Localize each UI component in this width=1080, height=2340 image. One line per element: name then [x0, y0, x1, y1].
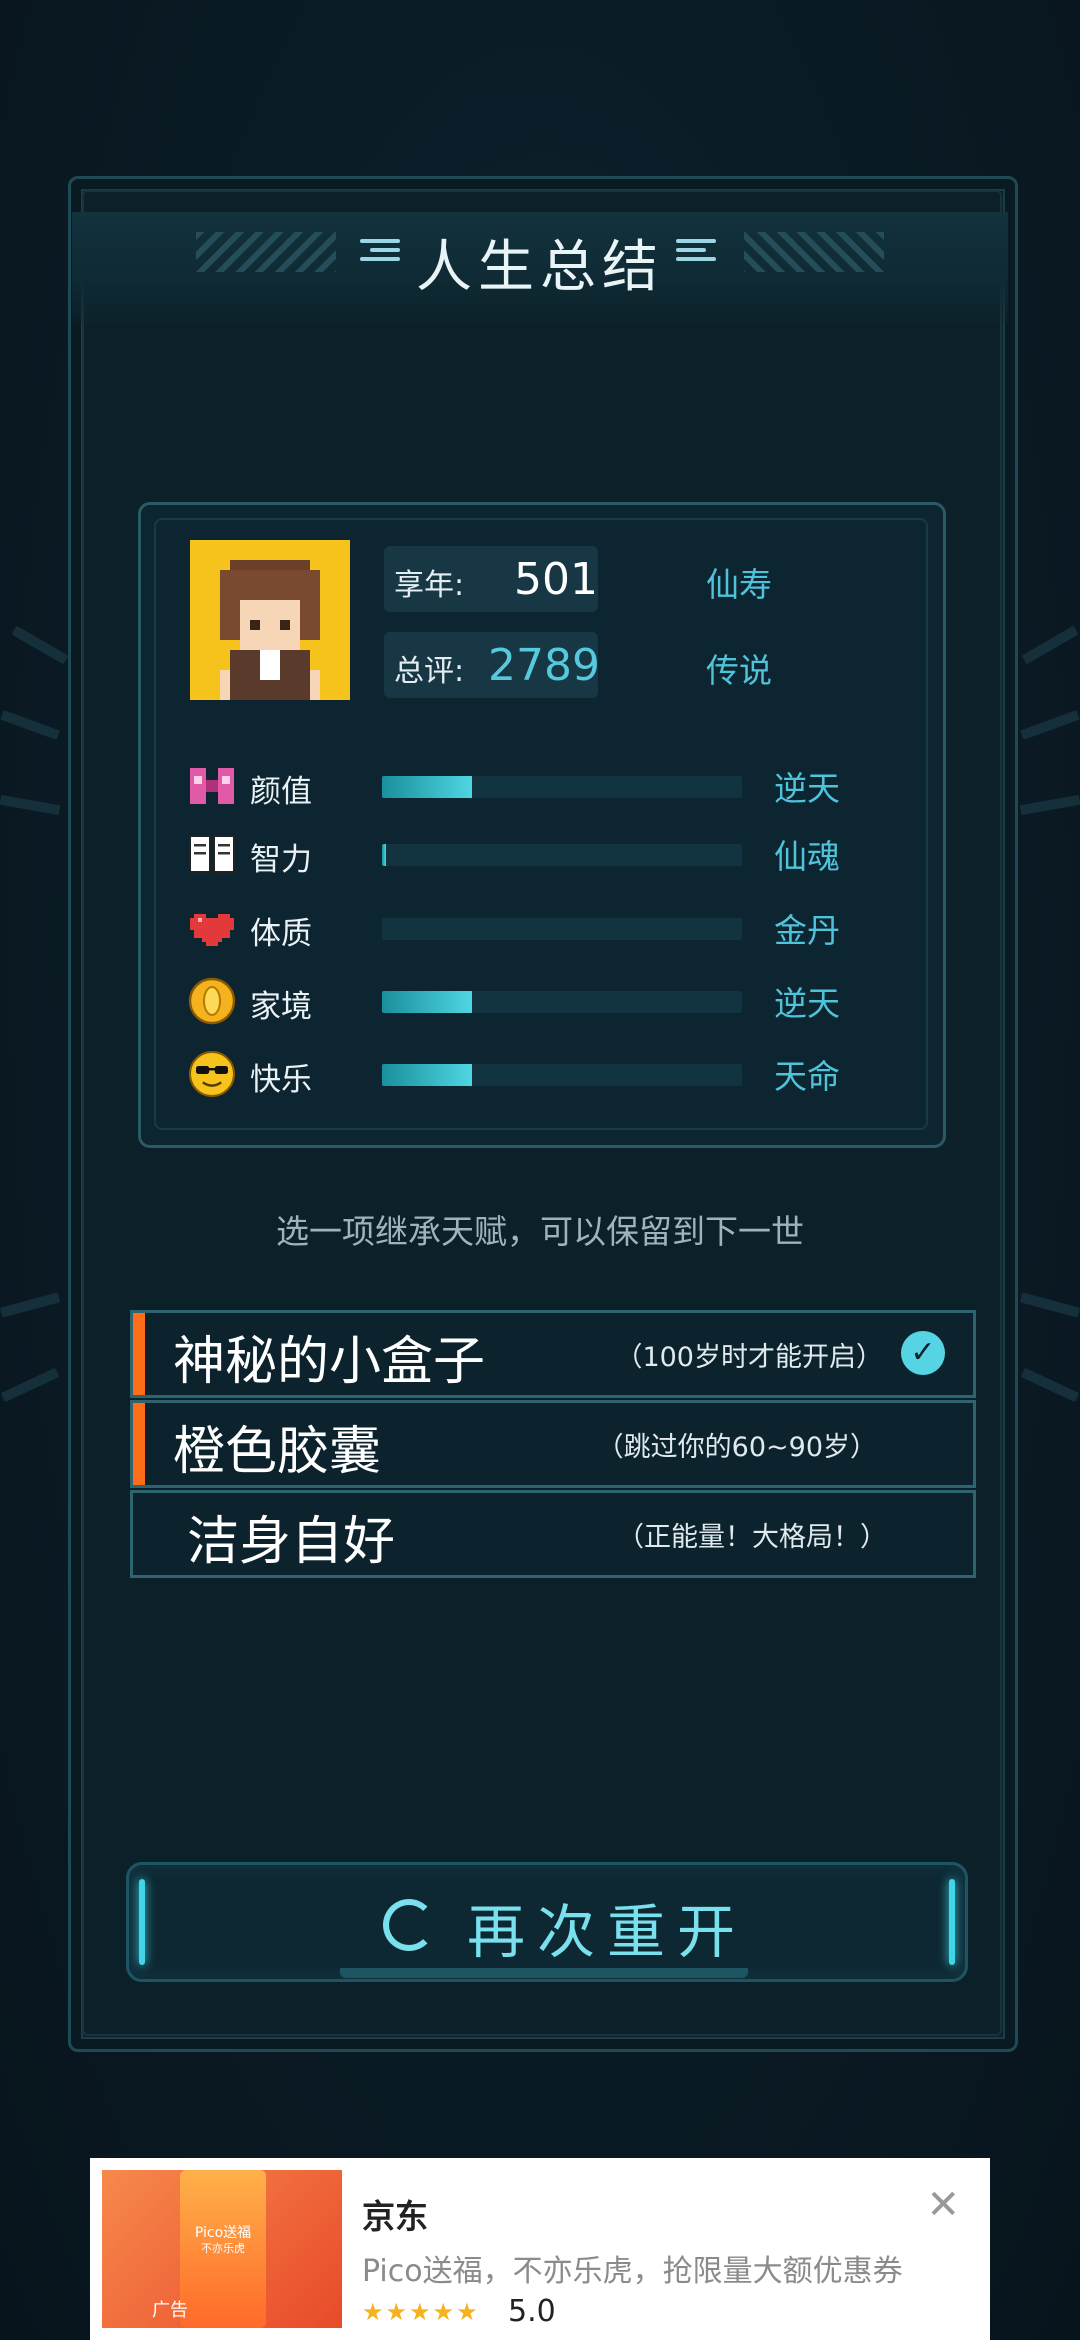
- restart-edge-left: [139, 1879, 145, 1965]
- age-value: 501: [514, 554, 598, 605]
- decor-ray: [0, 794, 61, 816]
- attribute-name: 智力: [250, 842, 312, 878]
- attribute-row-appearance: 颜值 逆天: [186, 758, 846, 814]
- decor-ray: [1019, 1292, 1080, 1318]
- talent-name: 神秘的小盒子: [173, 1332, 486, 1392]
- attribute-rank: 逆天: [774, 984, 840, 1023]
- talent-name: 洁身自好: [187, 1512, 396, 1572]
- age-box: 享年: 501: [384, 546, 598, 612]
- attribute-name: 体质: [250, 916, 312, 952]
- decor-ray: [1020, 1367, 1080, 1403]
- talent-option-clean-living[interactable]: 洁身自好 （正能量！大格局！）: [130, 1490, 976, 1578]
- heart-icon: [186, 902, 238, 954]
- talent-option-orange-capsule[interactable]: 橙色胶囊 （跳过你的60~90岁）: [130, 1400, 976, 1488]
- attribute-row-intelligence: 智力 仙魂: [186, 826, 846, 882]
- close-icon[interactable]: ✕: [926, 2182, 960, 2228]
- decor-ray: [11, 625, 69, 665]
- coin-icon: [186, 975, 238, 1027]
- ad-phone-graphic: Pico送福 不亦乐虎: [180, 2170, 266, 2328]
- attribute-name: 快乐: [250, 1062, 312, 1098]
- attribute-rank: 仙魂: [774, 837, 840, 876]
- attribute-bar: [382, 991, 742, 1013]
- talent-desc: （正能量！大格局！）: [617, 1522, 887, 1553]
- attribute-bar: [382, 844, 742, 866]
- attribute-name: 颜值: [250, 774, 312, 810]
- decor-ray: [0, 710, 60, 740]
- talent-accent: [133, 1313, 145, 1395]
- bow-icon: [186, 760, 238, 812]
- attribute-bar-fill: [382, 991, 472, 1013]
- check-icon: ✓: [901, 1331, 945, 1375]
- attribute-bar-fill: [382, 776, 472, 798]
- restart-edge-right: [949, 1879, 955, 1965]
- talent-desc: （跳过你的60~90岁）: [596, 1432, 877, 1463]
- decor-ray: [1019, 794, 1080, 816]
- book-icon: [186, 828, 238, 880]
- restart-label: 再次重开: [467, 1898, 748, 1966]
- score-value: 2789: [488, 640, 600, 691]
- sunglasses-face-icon: [186, 1048, 238, 1100]
- attribute-row-family: 家境 逆天: [186, 973, 846, 1029]
- page-title: 人生总结: [416, 235, 664, 300]
- ad-image[interactable]: Pico送福 不亦乐虎 广告: [102, 2170, 342, 2328]
- attribute-name: 家境: [250, 989, 312, 1025]
- attribute-row-constitution: 体质 金丹: [186, 900, 846, 956]
- age-rank: 仙寿: [706, 565, 772, 604]
- ad-image-text-1: Pico送福: [194, 2225, 252, 2241]
- talent-name: 橙色胶囊: [173, 1422, 382, 1482]
- score-label: 总评:: [394, 654, 465, 689]
- attribute-rank: 天命: [774, 1057, 840, 1096]
- decor-ray: [0, 1292, 61, 1318]
- attribute-bar: [382, 776, 742, 798]
- attribute-bar: [382, 1064, 742, 1086]
- attribute-row-happiness: 快乐 天命: [186, 1046, 846, 1102]
- ad-image-text-2: 不亦乐虎: [201, 2242, 245, 2255]
- ad-rating: 5.0: [508, 2294, 556, 2329]
- age-label: 享年:: [394, 568, 465, 603]
- attribute-rank: 逆天: [774, 769, 840, 808]
- talent-accent: [133, 1403, 145, 1485]
- attribute-bar-fill: [382, 844, 386, 866]
- talent-option-mystery-box[interactable]: 神秘的小盒子 （100岁时才能开启） ✓: [130, 1310, 976, 1398]
- ad-description: Pico送福，不亦乐虎，抢限量大额优惠券: [362, 2254, 903, 2289]
- decor-ray: [1021, 625, 1079, 665]
- attribute-bar-fill: [382, 1064, 472, 1086]
- score-box: 总评: 2789: [384, 632, 600, 698]
- attribute-rank: 金丹: [774, 911, 840, 950]
- restart-button[interactable]: 再次重开: [126, 1862, 968, 1982]
- talent-desc: （100岁时才能开启）: [615, 1342, 883, 1373]
- avatar: [190, 540, 350, 700]
- restart-tab: [340, 1968, 748, 1978]
- ad-banner[interactable]: Pico送福 不亦乐虎 广告 京东 Pico送福，不亦乐虎，抢限量大额优惠券 ★…: [90, 2158, 990, 2340]
- decor-ray: [1020, 710, 1080, 740]
- ad-tag: 广告: [152, 2300, 188, 2321]
- refresh-icon: [383, 1899, 435, 1951]
- star-rating-icon: ★★★★★: [362, 2298, 480, 2326]
- score-rank: 传说: [706, 651, 772, 690]
- ad-title: 京东: [362, 2197, 428, 2236]
- inherit-hint: 选一项继承天赋，可以保留到下一世: [276, 1212, 804, 1251]
- decor-ray: [0, 1367, 60, 1403]
- attribute-bar: [382, 918, 742, 940]
